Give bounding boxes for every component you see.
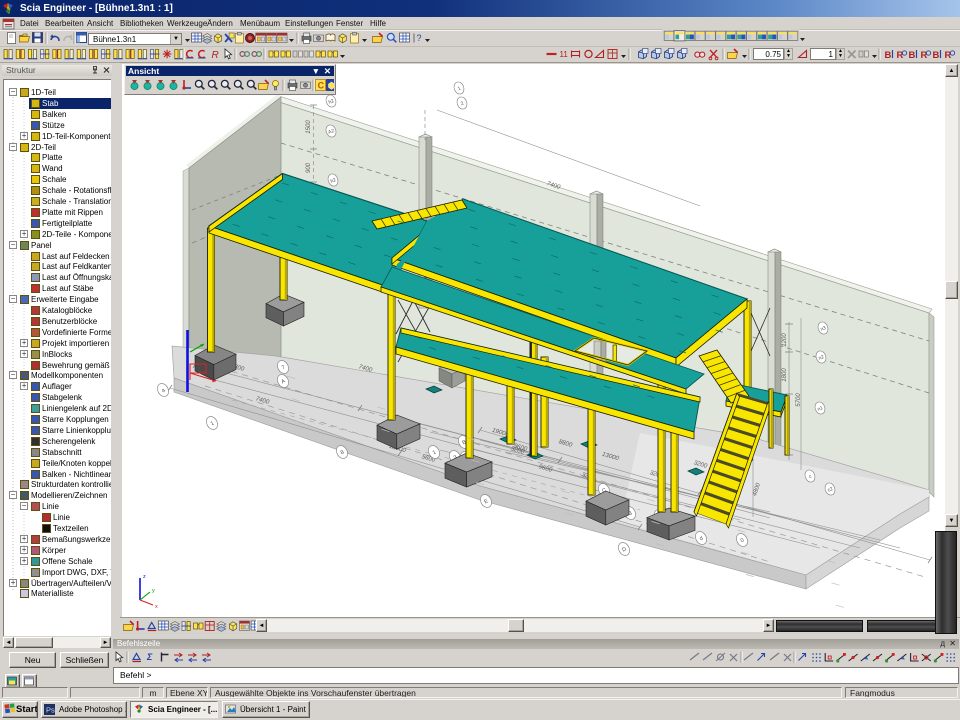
svg-text:y: y xyxy=(152,588,155,594)
svg-text:5700: 5700 xyxy=(796,393,802,407)
svg-text:Σ: Σ xyxy=(146,652,153,662)
svg-text:B: B xyxy=(933,50,940,61)
svg-text:z: z xyxy=(143,574,146,580)
svg-text:x: x xyxy=(155,604,158,610)
svg-text:1800: 1800 xyxy=(782,368,788,382)
svg-text:900: 900 xyxy=(306,162,312,173)
svg-text:C: C xyxy=(318,81,325,91)
svg-text:1200: 1200 xyxy=(782,333,788,347)
svg-text:B: B xyxy=(885,50,892,61)
svg-text:B: B xyxy=(909,50,916,61)
svg-text:1500: 1500 xyxy=(306,120,312,134)
svg-text:R: R xyxy=(212,50,219,61)
svg-text:11: 11 xyxy=(560,50,569,59)
svg-text:?: ? xyxy=(417,33,422,43)
svg-text:Ps: Ps xyxy=(46,706,55,715)
